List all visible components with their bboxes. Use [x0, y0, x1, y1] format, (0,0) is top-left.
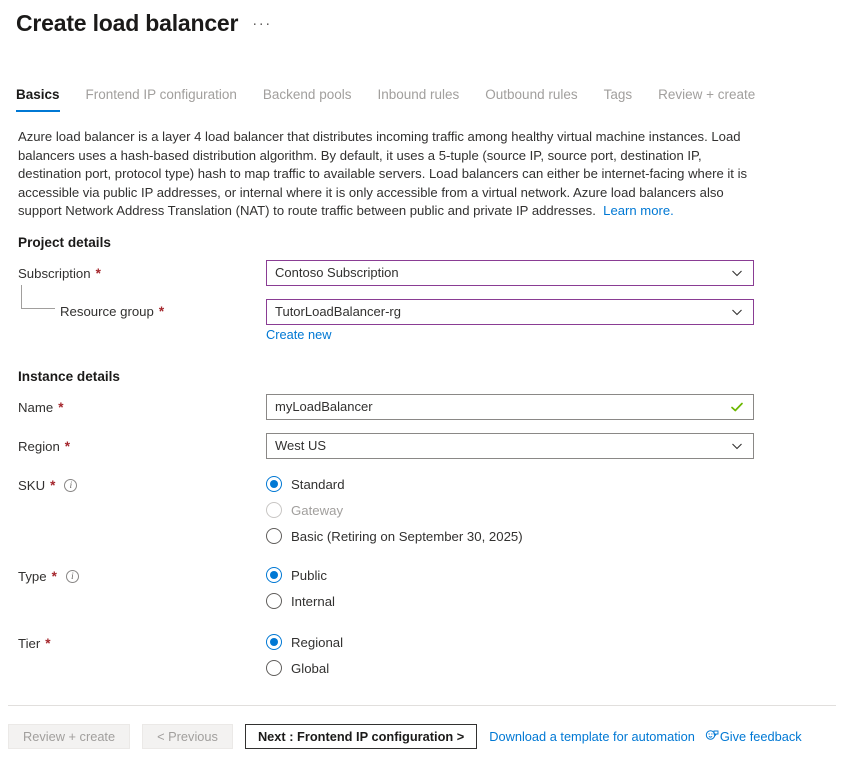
- radio-icon: [266, 476, 282, 492]
- tier-option-global[interactable]: Global: [266, 655, 343, 681]
- radio-icon: [266, 660, 282, 676]
- tab-inbound-rules[interactable]: Inbound rules: [377, 86, 471, 112]
- tab-review-create[interactable]: Review + create: [658, 86, 767, 112]
- section-title-project-details: Project details: [18, 235, 111, 250]
- tier-radio-group: Regional Global: [266, 629, 343, 681]
- learn-more-link[interactable]: Learn more.: [603, 203, 674, 218]
- type-option-internal[interactable]: Internal: [266, 588, 335, 614]
- required-marker: *: [58, 400, 63, 415]
- required-marker: *: [65, 439, 70, 454]
- chevron-down-icon: [731, 267, 743, 279]
- footer-actions: Review + create < Previous Next : Fronte…: [8, 724, 802, 749]
- name-value: myLoadBalancer: [275, 395, 730, 419]
- resource-group-dropdown[interactable]: TutorLoadBalancer-rg: [266, 299, 754, 325]
- tier-option-global-label: Global: [291, 661, 329, 676]
- region-dropdown[interactable]: West US: [266, 433, 754, 459]
- sku-option-standard[interactable]: Standard: [266, 471, 523, 497]
- give-feedback-button[interactable]: Give feedback: [705, 728, 802, 745]
- label-region: Region *: [18, 439, 70, 454]
- resource-group-value: TutorLoadBalancer-rg: [275, 300, 731, 324]
- sku-option-gateway: Gateway: [266, 497, 523, 523]
- label-subscription: Subscription *: [18, 266, 101, 281]
- label-resource-group-text: Resource group: [60, 304, 154, 319]
- info-icon[interactable]: i: [66, 570, 79, 583]
- radio-icon: [266, 528, 282, 544]
- required-marker: *: [45, 636, 50, 651]
- wizard-tabs: Basics Frontend IP configuration Backend…: [16, 86, 781, 112]
- create-load-balancer-page: Create load balancer ··· Basics Frontend…: [0, 0, 844, 760]
- label-tier: Tier *: [18, 636, 51, 651]
- radio-icon: [266, 502, 282, 518]
- tree-connector-line: [21, 285, 55, 309]
- valid-check-icon: [730, 400, 744, 414]
- create-new-resource-group-link[interactable]: Create new: [266, 327, 331, 342]
- required-marker: *: [52, 569, 57, 584]
- section-title-instance-details: Instance details: [18, 369, 120, 384]
- chevron-down-icon: [731, 440, 743, 452]
- label-resource-group: Resource group *: [60, 304, 164, 319]
- required-marker: *: [159, 304, 164, 319]
- sku-radio-group: Standard Gateway Basic (Retiring on Sept…: [266, 471, 523, 549]
- label-subscription-text: Subscription: [18, 266, 91, 281]
- tab-frontend-ip-configuration[interactable]: Frontend IP configuration: [86, 86, 249, 112]
- sku-option-gateway-label: Gateway: [291, 503, 343, 518]
- tab-backend-pools[interactable]: Backend pools: [263, 86, 364, 112]
- page-header: Create load balancer ···: [0, 0, 844, 38]
- sku-option-standard-label: Standard: [291, 477, 345, 492]
- type-radio-group: Public Internal: [266, 562, 335, 614]
- tab-basics[interactable]: Basics: [16, 86, 72, 112]
- type-option-public-label: Public: [291, 568, 327, 583]
- label-type: Type * i: [18, 569, 79, 584]
- sku-option-basic[interactable]: Basic (Retiring on September 30, 2025): [266, 523, 523, 549]
- feedback-smiley-icon: [705, 728, 720, 745]
- label-name-text: Name: [18, 400, 53, 415]
- name-input[interactable]: myLoadBalancer: [266, 394, 754, 420]
- subscription-dropdown[interactable]: Contoso Subscription: [266, 260, 754, 286]
- tab-outbound-rules[interactable]: Outbound rules: [485, 86, 589, 112]
- sku-option-basic-label: Basic (Retiring on September 30, 2025): [291, 529, 523, 544]
- tier-option-regional-label: Regional: [291, 635, 343, 650]
- radio-icon: [266, 593, 282, 609]
- type-option-public[interactable]: Public: [266, 562, 335, 588]
- label-sku: SKU * i: [18, 478, 77, 493]
- label-type-text: Type: [18, 569, 47, 584]
- next-button[interactable]: Next : Frontend IP configuration >: [245, 724, 477, 749]
- review-create-button[interactable]: Review + create: [8, 724, 130, 749]
- label-tier-text: Tier: [18, 636, 40, 651]
- tier-option-regional[interactable]: Regional: [266, 629, 343, 655]
- info-icon[interactable]: i: [64, 479, 77, 492]
- more-options-icon[interactable]: ···: [252, 16, 272, 32]
- description-paragraph: Azure load balancer is a layer 4 load ba…: [18, 128, 758, 221]
- give-feedback-label: Give feedback: [720, 729, 802, 744]
- label-sku-text: SKU: [18, 478, 45, 493]
- radio-icon: [266, 634, 282, 650]
- previous-button[interactable]: < Previous: [142, 724, 233, 749]
- label-region-text: Region: [18, 439, 60, 454]
- label-name: Name *: [18, 400, 63, 415]
- subscription-value: Contoso Subscription: [275, 261, 731, 285]
- type-option-internal-label: Internal: [291, 594, 335, 609]
- download-template-link[interactable]: Download a template for automation: [489, 729, 695, 744]
- chevron-down-icon: [731, 306, 743, 318]
- required-marker: *: [96, 266, 101, 281]
- tab-tags[interactable]: Tags: [604, 86, 645, 112]
- required-marker: *: [50, 478, 55, 493]
- page-title: Create load balancer: [16, 8, 238, 38]
- region-value: West US: [275, 434, 731, 458]
- radio-icon: [266, 567, 282, 583]
- footer-divider: [8, 705, 836, 706]
